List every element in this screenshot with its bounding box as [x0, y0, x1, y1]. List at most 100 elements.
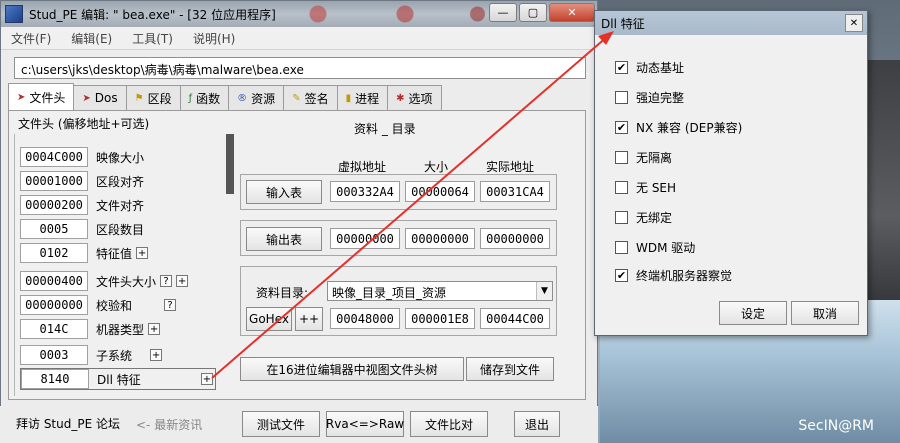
file-path-field[interactable]: c:\users\jks\desktop\病毒\病毒\malware\bea.e… — [14, 57, 586, 79]
header-label: 文件头大小 — [96, 274, 157, 289]
directory-size[interactable]: 000001E8 — [405, 308, 475, 329]
header-value[interactable]: 8140 — [21, 369, 89, 389]
checkbox[interactable]: ✔ — [615, 121, 628, 134]
rva-raw-button[interactable]: Rva<=>Raw — [326, 411, 404, 437]
menu-tools[interactable]: 工具(T) — [122, 30, 183, 47]
option-no-isolation[interactable]: 无隔离 — [615, 149, 672, 166]
exit-button[interactable]: 退出 — [514, 411, 560, 437]
tab-dos[interactable]: ➤ Dos — [73, 85, 127, 110]
header-value[interactable]: 00000400 — [20, 271, 88, 291]
directory-select-value: 映像_目录_项目_资源 — [332, 286, 447, 300]
arrow-icon: ➤ — [82, 92, 91, 104]
header-row: 0005 区段数目 — [20, 218, 144, 240]
close-button[interactable]: ✕ — [549, 3, 595, 22]
header-value[interactable]: 0005 — [20, 219, 88, 239]
options-icon: ✱ — [396, 92, 405, 104]
import-virtual-address[interactable]: 000332A4 — [330, 181, 400, 202]
tab-options[interactable]: ✱ 选项 — [387, 85, 442, 110]
hex-view-header-button[interactable]: 在16进位编辑器中视图文件头树 — [240, 357, 464, 381]
header-label: Dll 特征 — [97, 372, 141, 387]
option-no-seh[interactable]: 无 SEH — [615, 179, 676, 196]
test-file-button[interactable]: 测试文件 — [242, 411, 320, 437]
expand-button[interactable]: + — [150, 349, 163, 361]
checkbox[interactable]: ✔ — [615, 61, 628, 74]
increment-button[interactable]: ++ — [295, 307, 323, 331]
export-table-button[interactable]: 输出表 — [246, 227, 322, 251]
menu-file[interactable]: 文件(F) — [1, 30, 61, 47]
header-value[interactable]: 00000000 — [20, 295, 88, 315]
option-label: WDM 驱动 — [636, 241, 696, 255]
checkbox[interactable] — [615, 91, 628, 104]
header-label: 映像大小 — [96, 150, 145, 165]
checkbox[interactable] — [615, 211, 628, 224]
header-row: 00000000 校验和? — [20, 294, 177, 316]
header-label: 特征值 — [96, 246, 133, 261]
directory-virtual-address[interactable]: 00048000 — [330, 308, 400, 329]
menu-help[interactable]: 说明(H) — [183, 30, 245, 47]
tab-file-header[interactable]: ➤ 文件头 — [8, 83, 75, 110]
header-value[interactable]: 0004C000 — [20, 147, 88, 167]
file-compare-button[interactable]: 文件比对 — [410, 411, 488, 437]
cancel-button[interactable]: 取消 — [791, 301, 859, 325]
tab-signature[interactable]: ✎ 签名 — [283, 85, 338, 110]
import-size[interactable]: 00000064 — [405, 181, 475, 202]
header-list[interactable]: 0004C000 映像大小 00001000 区段对齐 00000200 文件对齐 0… — [14, 134, 225, 396]
gohex-button[interactable]: GoHex — [246, 307, 292, 331]
help-button[interactable]: ? — [164, 299, 177, 311]
checkbox[interactable] — [615, 241, 628, 254]
expand-button[interactable]: + — [176, 275, 189, 287]
option-no-bind[interactable]: 无绑定 — [615, 209, 672, 226]
option-force-integrity[interactable]: 强迫完整 — [615, 89, 684, 106]
save-to-file-button[interactable]: 储存到文件 — [466, 357, 554, 381]
forum-link[interactable]: 拜访 Stud_PE 论坛 — [16, 415, 120, 432]
ok-button[interactable]: 设定 — [719, 301, 787, 325]
help-button[interactable]: ? — [160, 275, 173, 287]
option-wdm-driver[interactable]: WDM 驱动 — [615, 239, 695, 256]
tab-label: Dos — [94, 91, 118, 105]
checkbox[interactable]: ✔ — [615, 269, 628, 282]
import-raw-address[interactable]: 00031CA4 — [480, 181, 550, 202]
option-terminal-server-aware[interactable]: ✔ 终端机服务器察觉 — [615, 267, 732, 284]
directory-raw-address[interactable]: 00044C00 — [480, 308, 550, 329]
tab-sections[interactable]: ⚑ 区段 — [125, 85, 181, 110]
news-link[interactable]: <- 最新资讯 — [136, 416, 202, 433]
expand-button[interactable]: + — [148, 323, 161, 335]
tab-resources[interactable]: ® 资源 — [228, 85, 285, 110]
maximize-button[interactable]: ▢ — [519, 3, 547, 22]
expand-button[interactable]: + — [201, 373, 213, 385]
import-table-button[interactable]: 输入表 — [246, 180, 322, 204]
header-value[interactable]: 014C — [20, 319, 88, 339]
header-value[interactable]: 0102 — [20, 243, 88, 263]
tab-process[interactable]: ▮ 进程 — [336, 85, 389, 110]
title-bar: Stud_PE 编辑: " bea.exe" - [32 位应用程序] — ▢ … — [1, 1, 597, 27]
minimize-button[interactable]: — — [489, 3, 517, 22]
option-nx-compat[interactable]: ✔ NX 兼容 (DEP兼容) — [615, 119, 742, 136]
option-dynamic-base[interactable]: ✔ 动态基址 — [615, 59, 684, 76]
header-list-scrollbar[interactable] — [226, 134, 234, 194]
header-value[interactable]: 00000200 — [20, 195, 88, 215]
directory-select[interactable]: 映像_目录_项目_资源 ▼ — [327, 281, 553, 301]
header-row: 00001000 区段对齐 — [20, 170, 144, 192]
dialog-close-button[interactable]: ✕ — [845, 14, 863, 32]
export-raw-address[interactable]: 00000000 — [480, 228, 550, 249]
export-size[interactable]: 00000000 — [405, 228, 475, 249]
tab-functions[interactable]: ƒ 函数 — [179, 85, 230, 110]
header-value[interactable]: 0003 — [20, 345, 88, 365]
chevron-down-icon[interactable]: ▼ — [536, 282, 552, 300]
option-label: 动态基址 — [636, 61, 685, 75]
header-value[interactable]: 00001000 — [20, 171, 88, 191]
header-row-dll-characteristics: 8140 Dll 特征 + — [20, 368, 216, 390]
option-label: 终端机服务器察觉 — [636, 269, 733, 283]
checkbox[interactable] — [615, 151, 628, 164]
tab-label: 区段 — [147, 91, 172, 106]
tab-label: 签名 — [304, 91, 329, 106]
menu-edit[interactable]: 编辑(E) — [61, 30, 122, 47]
export-virtual-address[interactable]: 00000000 — [330, 228, 400, 249]
header-row: 014C 机器类型 + — [20, 318, 161, 340]
dll-characteristics-dialog: Dll 特征 ✕ ✔ 动态基址 强迫完整 ✔ NX 兼容 (DEP兼容) 无隔离 无… — [594, 10, 868, 336]
header-row: 0102 特征值 + — [20, 242, 149, 264]
expand-button[interactable]: + — [136, 247, 149, 259]
process-icon: ▮ — [345, 92, 352, 104]
checkbox[interactable] — [615, 181, 628, 194]
header-list-title: 文件头 (偏移地址+可选) — [18, 117, 150, 131]
